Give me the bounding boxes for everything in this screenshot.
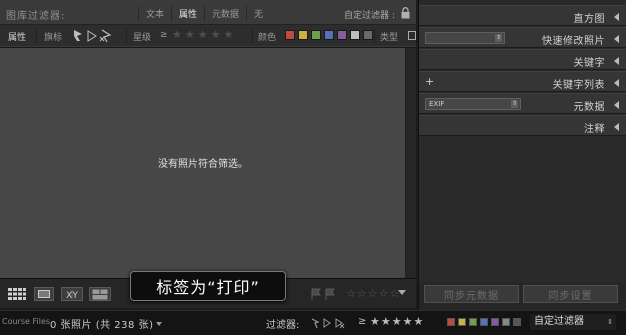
right-panel-empty-area: [419, 138, 626, 282]
compare-xy-icon: XY: [66, 290, 78, 300]
rejected-flag-icon: [99, 29, 112, 43]
source-folder-label[interactable]: Course Files: [2, 317, 50, 326]
color-swatch-green[interactable]: [311, 30, 321, 40]
tab-attribute[interactable]: 属性: [171, 6, 204, 21]
panel-quick-develop[interactable]: ⇕ 快速修改照片: [419, 27, 626, 48]
filmstrip-custom-filter-dropdown[interactable]: 自定过滤器 ⇕: [530, 314, 616, 330]
right-panel: 直方图 ⇕ 快速修改照片 关键字 + 关键字列表 EXIF ⇕ 元数据 注释 同…: [418, 0, 626, 310]
rating-label: 星级: [133, 33, 152, 43]
color-swatch-blue[interactable]: [324, 30, 334, 40]
empty-grid-message: 没有照片符合筛选。: [158, 159, 248, 170]
type-master-icon[interactable]: [408, 31, 416, 40]
label-tooltip: 标签为“打印”: [130, 271, 286, 301]
sync-metadata-button[interactable]: 同步元数据: [424, 285, 519, 303]
custom-filter-dropdown[interactable]: 自定过滤器 :: [344, 8, 395, 21]
color-swatch-red[interactable]: [285, 30, 295, 40]
metadata-preset-dropdown[interactable]: EXIF ⇕: [425, 98, 521, 110]
grid-scrollbar[interactable]: [406, 48, 416, 278]
loupe-view-icon: [38, 290, 50, 298]
sync-settings-button[interactable]: 同步设置: [523, 285, 618, 303]
expand-triangle-icon[interactable]: [614, 13, 619, 21]
panel-keywording[interactable]: 关键字: [419, 49, 626, 70]
panel-label: 注释: [584, 124, 605, 135]
expand-triangle-icon[interactable]: [614, 123, 619, 131]
library-filter-bar: 图库过滤器: 文本 属性 元数据 无 自定过滤器 : 属性 旗标 星级 ≥ ★★…: [0, 0, 416, 48]
rating-gte-symbol[interactable]: ≥: [160, 30, 168, 40]
loupe-view-button[interactable]: [34, 287, 54, 301]
filter-tabs: 文本 属性 元数据 无: [138, 6, 270, 21]
pick-flag-icon: [74, 30, 82, 41]
color-swatch-none[interactable]: [513, 318, 521, 326]
preset-dropdown[interactable]: ⇕: [425, 32, 505, 44]
expand-triangle-icon[interactable]: [614, 57, 619, 65]
tab-none[interactable]: 无: [246, 6, 270, 21]
flag-filter-icons[interactable]: [70, 28, 120, 43]
library-filter-title: 图库过滤器:: [6, 11, 66, 22]
toolbar-rating-stars[interactable]: ☆☆☆☆☆: [346, 287, 400, 300]
filmstrip-rating-gte[interactable]: ≥: [358, 316, 366, 327]
expand-triangle-icon[interactable]: [614, 35, 619, 43]
panel-comments[interactable]: 注释: [419, 115, 626, 136]
divider: [36, 29, 37, 43]
color-swatch-custom[interactable]: [350, 30, 360, 40]
sync-buttons-row: 同步元数据 同步设置: [419, 282, 626, 310]
filmstrip-flag-icons[interactable]: [310, 316, 350, 330]
tab-metadata[interactable]: 元数据: [204, 6, 246, 21]
unflagged-icon: [87, 30, 97, 42]
type-label: 类型: [380, 33, 399, 43]
panel-keyword-list[interactable]: + 关键字列表: [419, 71, 626, 92]
attribute-filter-row: 属性 旗标 星级 ≥ ★★★★★ 颜色 类型: [0, 24, 416, 46]
panel-label: 关键字: [573, 58, 605, 69]
panel-label: 元数据: [573, 102, 605, 113]
color-swatch-green[interactable]: [469, 318, 477, 326]
color-swatch-red[interactable]: [447, 318, 455, 326]
color-swatch-purple[interactable]: [491, 318, 499, 326]
color-swatch-yellow[interactable]: [458, 318, 466, 326]
photo-grid[interactable]: 没有照片符合筛选。: [0, 48, 406, 278]
color-swatch-blue[interactable]: [480, 318, 488, 326]
panel-histogram[interactable]: 直方图: [419, 5, 626, 26]
panel-metadata[interactable]: EXIF ⇕ 元数据: [419, 93, 626, 114]
photo-count: 0 张照片 (共 238 张): [50, 320, 154, 331]
add-keyword-icon[interactable]: +: [425, 75, 434, 88]
expand-triangle-icon[interactable]: [614, 79, 619, 87]
metadata-preset-value: EXIF: [429, 100, 445, 108]
compare-view-button[interactable]: XY: [61, 287, 83, 301]
rating-stars[interactable]: ★★★★★: [172, 28, 236, 41]
tab-text[interactable]: 文本: [138, 6, 171, 21]
dropdown-arrow-icon: ⇕: [495, 34, 502, 42]
filmstrip-filter-label: 过滤器:: [266, 320, 300, 331]
lock-icon[interactable]: [400, 7, 411, 19]
toolbar-menu-caret-icon[interactable]: [398, 290, 406, 295]
color-swatch-purple[interactable]: [337, 30, 347, 40]
panel-label: 快速修改照片: [542, 36, 605, 47]
divider: [374, 29, 375, 43]
filmstrip-status-bar: Course Files 0 张照片 (共 238 张) 过滤器: ≥ ★★★★…: [0, 310, 626, 335]
filmstrip-color-swatches: [447, 318, 521, 326]
dropdown-arrow-icon: ⇕: [511, 100, 518, 108]
source-menu-caret-icon[interactable]: [156, 322, 162, 326]
color-label: 颜色: [258, 33, 277, 43]
toolbar-flag-icons[interactable]: [309, 287, 339, 301]
divider: [252, 29, 253, 43]
survey-view-icon: [92, 289, 108, 300]
panel-label: 关键字列表: [552, 80, 605, 91]
expand-triangle-icon[interactable]: [614, 101, 619, 109]
flag-label: 旗标: [44, 33, 63, 43]
filmstrip-rating-stars[interactable]: ★★★★★: [370, 315, 424, 328]
divider: [126, 29, 127, 43]
color-swatch-none[interactable]: [363, 30, 373, 40]
attribute-label: 属性: [8, 33, 27, 43]
panel-label: 直方图: [573, 14, 605, 25]
survey-view-button[interactable]: [89, 287, 111, 301]
color-swatches: [285, 30, 373, 40]
color-swatch-custom[interactable]: [502, 318, 510, 326]
color-swatch-yellow[interactable]: [298, 30, 308, 40]
custom-filter-value: 自定过滤器: [534, 316, 584, 327]
dropdown-arrow-icon: ⇕: [607, 318, 613, 326]
filter-bar-header: 图库过滤器: 文本 属性 元数据 无 自定过滤器 :: [0, 4, 416, 22]
grid-view-icon[interactable]: [7, 287, 27, 301]
